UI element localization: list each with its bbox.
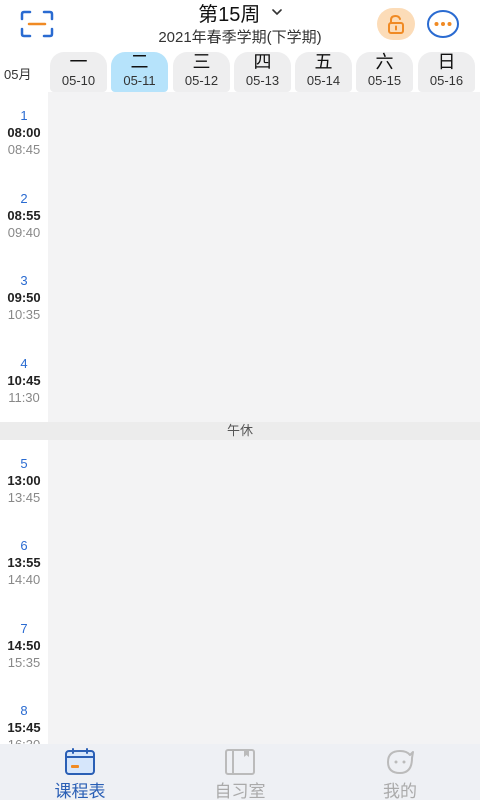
day-date: 05-13 xyxy=(245,73,280,88)
period-end-time: 08:45 xyxy=(7,142,41,157)
nav-item-study-room[interactable]: 自习室 xyxy=(160,744,320,800)
day-name: 六 xyxy=(375,52,394,72)
day-column-sat[interactable]: 六 05-15 xyxy=(356,52,413,92)
period-number: 5 xyxy=(20,456,28,471)
nav-label: 课程表 xyxy=(54,782,106,800)
nav-label: 我的 xyxy=(383,782,417,800)
day-date: 05-15 xyxy=(367,73,402,88)
period-end-time: 14:40 xyxy=(7,572,41,587)
day-name: 三 xyxy=(192,52,211,72)
day-date: 05-16 xyxy=(429,73,464,88)
month-label: 05月 xyxy=(4,67,32,82)
header: 第15周 2021年春季学期(下学期) xyxy=(0,0,480,48)
period-start-time: 15:45 xyxy=(7,720,41,735)
period-2: 2 08:55 09:40 xyxy=(0,191,48,241)
day-name: 二 xyxy=(130,52,149,72)
period-number: 2 xyxy=(20,191,28,206)
period-start-time: 14:50 xyxy=(7,638,41,653)
day-date: 05-11 xyxy=(123,73,156,88)
period-number: 8 xyxy=(20,703,28,718)
more-button[interactable] xyxy=(425,8,461,40)
period-start-time: 10:45 xyxy=(7,373,41,388)
day-name: 五 xyxy=(314,52,333,72)
calendar-icon xyxy=(65,748,95,775)
period-end-time: 09:40 xyxy=(7,225,41,240)
period-end-time: 11:30 xyxy=(8,390,40,405)
lock-button[interactable] xyxy=(377,8,415,40)
period-end-time: 15:35 xyxy=(7,655,41,670)
more-icon xyxy=(427,10,459,38)
schedule-grid[interactable] xyxy=(48,92,480,744)
period-start-time: 13:00 xyxy=(7,473,41,488)
period-number: 6 xyxy=(20,538,28,553)
period-start-time: 08:55 xyxy=(7,208,41,223)
nav-item-profile[interactable]: 我的 xyxy=(320,744,480,800)
period-number: 4 xyxy=(20,356,28,371)
day-header-row: 05月 一 05-10 二 05-11 三 05-12 四 05-13 五 05… xyxy=(0,50,480,92)
day-name: 一 xyxy=(69,52,88,72)
day-date: 05-14 xyxy=(306,73,341,88)
period-3: 3 09:50 10:35 xyxy=(0,273,48,323)
day-column-mon[interactable]: 一 05-10 xyxy=(50,52,107,92)
day-column-sun[interactable]: 日 05-16 xyxy=(418,52,475,92)
period-start-time: 08:00 xyxy=(7,125,41,140)
period-end-time: 13:45 xyxy=(7,490,41,505)
period-number: 3 xyxy=(20,273,28,288)
day-date: 05-10 xyxy=(61,73,96,88)
period-1: 1 08:00 08:45 xyxy=(0,108,48,158)
day-column-wed[interactable]: 三 05-12 xyxy=(173,52,230,92)
week-title: 第15周 xyxy=(198,4,261,26)
bottom-nav: 课程表 自习室 我的 xyxy=(0,744,480,800)
day-date: 05-12 xyxy=(184,73,219,88)
period-5: 5 13:00 13:45 xyxy=(0,456,48,506)
unlock-icon xyxy=(388,14,404,34)
day-column-fri[interactable]: 五 05-14 xyxy=(295,52,352,92)
day-column-thu[interactable]: 四 05-13 xyxy=(234,52,291,92)
period-4: 4 10:45 11:30 xyxy=(0,356,48,406)
day-name: 四 xyxy=(253,52,272,72)
book-icon xyxy=(225,749,255,775)
period-start-time: 09:50 xyxy=(7,290,41,305)
period-number: 1 xyxy=(20,108,28,123)
period-7: 7 14:50 15:35 xyxy=(0,621,48,671)
lunch-break: 午休 xyxy=(0,422,480,440)
period-6: 6 13:55 14:40 xyxy=(0,538,48,588)
period-end-time: 10:35 xyxy=(7,307,41,322)
chevron-down-icon xyxy=(272,9,282,16)
nav-label: 自习室 xyxy=(214,782,266,800)
face-icon xyxy=(387,750,414,774)
timetable[interactable]: 1 08:00 08:45 2 08:55 09:40 3 09:50 10:3… xyxy=(0,92,480,752)
nav-item-schedule[interactable]: 课程表 xyxy=(0,744,160,800)
day-name: 日 xyxy=(437,52,456,72)
period-start-time: 13:55 xyxy=(7,555,41,570)
period-number: 7 xyxy=(20,621,28,636)
day-column-tue[interactable]: 二 05-11 xyxy=(111,52,168,92)
